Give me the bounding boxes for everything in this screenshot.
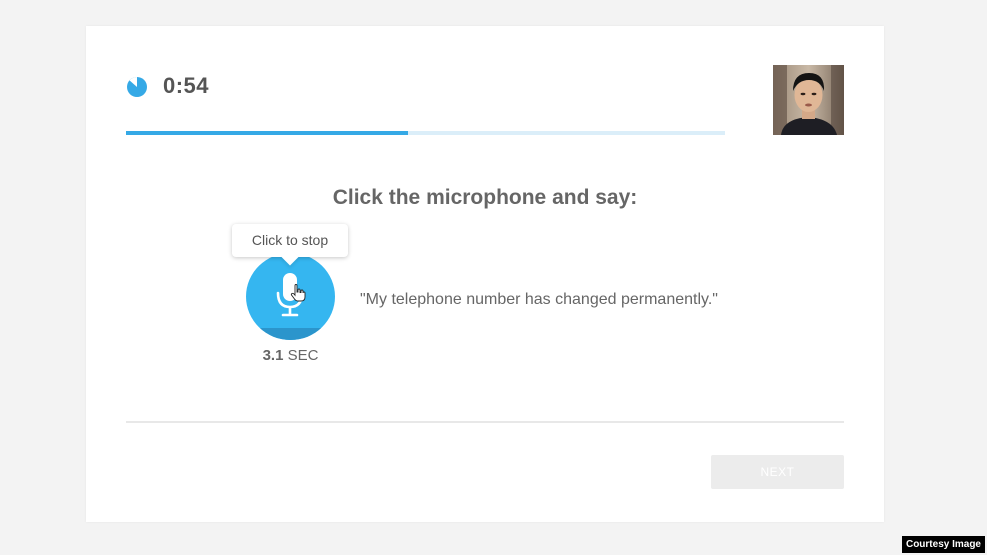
next-button[interactable]: NEXT [711, 455, 844, 489]
recording-unit: SEC [287, 347, 319, 364]
hand-cursor-icon [290, 284, 306, 302]
phrase-to-say: "My telephone number has changed permane… [360, 291, 718, 308]
prompt-heading: Click the microphone and say: [332, 186, 638, 209]
pie-timer-icon [127, 77, 147, 97]
tooltip-text: Click to stop [251, 232, 329, 248]
divider [126, 421, 844, 423]
webcam-person-image [773, 65, 844, 135]
mic-button-shade [246, 328, 335, 340]
progress-bar [126, 131, 725, 135]
recording-duration: 3.1 SEC [246, 347, 335, 364]
timer-value: 0:54 [163, 73, 210, 98]
stop-tooltip: Click to stop [232, 224, 348, 266]
microphone-button[interactable] [246, 253, 335, 340]
test-card: 0:54 Click the microphone and say: Click… [86, 26, 884, 522]
webcam-preview [773, 65, 844, 135]
image-credit: Courtesy Image [901, 536, 985, 553]
progress-fill [126, 131, 408, 135]
recording-seconds: 3.1 [262, 347, 284, 364]
